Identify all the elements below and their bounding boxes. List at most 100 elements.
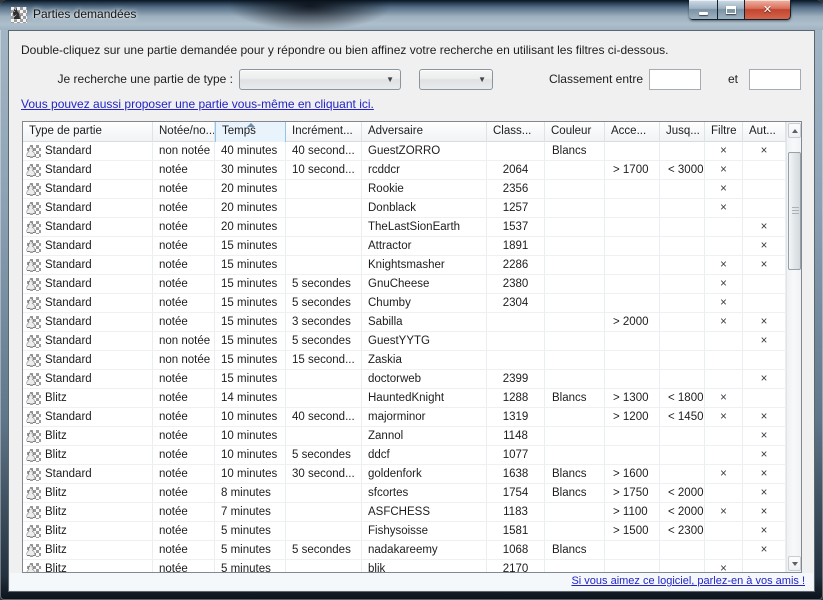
game-row[interactable]: Standardnon notée15 minutes15 second...Z… xyxy=(23,351,786,370)
scroll-down-button[interactable] xyxy=(788,556,801,571)
game-row[interactable]: Blitznotée10 minutes5 secondesddcf1077× xyxy=(23,446,786,465)
cell-type: Blitz xyxy=(23,522,153,540)
game-row[interactable]: Blitznotée10 minutesZannol1148× xyxy=(23,427,786,446)
chess-piece-icon xyxy=(27,240,41,253)
cell-acce: > 2000 xyxy=(605,313,660,331)
cell-temps: 10 minutes xyxy=(215,427,286,445)
game-row[interactable]: Standardnon notée40 minutes40 second...G… xyxy=(23,142,786,161)
cell-type: Standard xyxy=(23,370,153,388)
cell-acce xyxy=(605,427,660,445)
cell-filtre xyxy=(705,351,743,369)
column-header-type[interactable]: Type de partie xyxy=(23,122,153,142)
column-header-increment[interactable]: Incrément... xyxy=(286,122,362,142)
game-row[interactable]: Blitznotée5 minutesblik2170× xyxy=(23,560,786,573)
game-row[interactable]: Standardnotée15 minutes5 secondesGnuChee… xyxy=(23,275,786,294)
cell-acce xyxy=(605,256,660,274)
game-row[interactable]: Standardnotée10 minutes40 second...major… xyxy=(23,408,786,427)
cell-jusq xyxy=(660,294,705,312)
cell-jusq xyxy=(660,332,705,350)
cell-type: Standard xyxy=(23,351,153,369)
cell-couleur xyxy=(545,446,605,464)
rating-min-input[interactable] xyxy=(649,69,701,90)
game-row[interactable]: Blitznotée14 minutesHauntedKnight1288Bla… xyxy=(23,389,786,408)
rating-max-input[interactable] xyxy=(749,69,801,90)
secondary-select[interactable]: ▼ xyxy=(419,69,493,90)
cell-increment: 40 second... xyxy=(286,142,362,160)
cell-couleur xyxy=(545,503,605,521)
cell-classement: 1638 xyxy=(487,465,545,483)
game-row[interactable]: Standardnotée10 minutes30 second...golde… xyxy=(23,465,786,484)
cell-couleur xyxy=(545,427,605,445)
column-header-acce[interactable]: Acce... xyxy=(605,122,660,142)
cell-aut: × xyxy=(743,522,786,540)
chess-piece-icon xyxy=(27,297,41,310)
cell-filtre xyxy=(705,237,743,255)
cell-jusq: < 3000 xyxy=(660,161,705,179)
propose-game-link[interactable]: Vous pouvez aussi proposer une partie vo… xyxy=(21,97,374,111)
game-row[interactable]: Standardnotée30 minutes10 second...rcddc… xyxy=(23,161,786,180)
close-button[interactable]: ✕ xyxy=(744,0,791,20)
column-header-temps[interactable]: Temps xyxy=(215,122,286,142)
game-row[interactable]: Standardnotée20 minutesRookie2356× xyxy=(23,180,786,199)
cell-temps: 15 minutes xyxy=(215,351,286,369)
games-table: Type de partieNotée/no...TempsIncrément.… xyxy=(22,121,802,573)
cell-couleur xyxy=(545,522,605,540)
cell-temps: 15 minutes xyxy=(215,313,286,331)
minimize-button[interactable] xyxy=(689,0,718,20)
game-row[interactable]: Blitznotée5 minutes5 secondesnadakareemy… xyxy=(23,541,786,560)
cell-acce xyxy=(605,560,660,573)
column-header-notee[interactable]: Notée/no... xyxy=(153,122,215,142)
cell-notee: notée xyxy=(153,389,215,407)
cell-filtre: × xyxy=(705,313,743,331)
vertical-scrollbar[interactable] xyxy=(786,122,801,572)
game-row[interactable]: Standardnon notée15 minutes5 secondesGue… xyxy=(23,332,786,351)
cell-temps: 14 minutes xyxy=(215,389,286,407)
cell-increment xyxy=(286,237,362,255)
cell-notee: non notée xyxy=(153,142,215,160)
game-row[interactable]: Standardnotée20 minutesTheLastSionEarth1… xyxy=(23,218,786,237)
chess-piece-icon xyxy=(27,316,41,329)
cell-classement: 2356 xyxy=(487,180,545,198)
column-header-filtre[interactable]: Filtre xyxy=(705,122,743,142)
titlebar[interactable]: Parties demandées ✕ xyxy=(0,0,823,30)
game-row[interactable]: Standardnotée15 minutes5 secondesChumby2… xyxy=(23,294,786,313)
game-row[interactable]: Standardnotée15 minutesdoctorweb2399× xyxy=(23,370,786,389)
cell-classement: 1288 xyxy=(487,389,545,407)
cell-aut xyxy=(743,199,786,217)
game-type-select[interactable]: ▼ xyxy=(239,69,401,90)
column-header-aut[interactable]: Aut... xyxy=(743,122,786,142)
cell-notee: notée xyxy=(153,218,215,236)
cell-couleur xyxy=(545,370,605,388)
game-row[interactable]: Standardnotée20 minutesDonblack1257× xyxy=(23,199,786,218)
scroll-up-button[interactable] xyxy=(788,123,801,138)
cell-filtre: × xyxy=(705,389,743,407)
game-row[interactable]: Standardnotée15 minutesAttractor1891× xyxy=(23,237,786,256)
window: Parties demandées ✕ Double-cliquez sur u… xyxy=(0,0,823,600)
cell-acce xyxy=(605,142,660,160)
column-header-couleur[interactable]: Couleur xyxy=(545,122,605,142)
chess-piece-icon xyxy=(27,506,41,519)
game-row[interactable]: Standardnotée15 minutes3 secondesSabilla… xyxy=(23,313,786,332)
cell-increment xyxy=(286,199,362,217)
column-header-classement[interactable]: Class... xyxy=(487,122,545,142)
cell-notee: notée xyxy=(153,275,215,293)
game-row[interactable]: Standardnotée15 minutesKnightsmasher2286… xyxy=(23,256,786,275)
cell-notee: notée xyxy=(153,313,215,331)
cell-increment: 5 secondes xyxy=(286,332,362,350)
cell-adversaire: Donblack xyxy=(362,199,487,217)
column-header-jusq[interactable]: Jusq... xyxy=(660,122,705,142)
cell-aut xyxy=(743,161,786,179)
game-row[interactable]: Blitznotée5 minutesFishysoisse1581> 1500… xyxy=(23,522,786,541)
table-header: Type de partieNotée/no...TempsIncrément.… xyxy=(23,122,786,142)
maximize-button[interactable] xyxy=(717,0,745,20)
column-header-adversaire[interactable]: Adversaire xyxy=(362,122,487,142)
cell-aut: × xyxy=(743,142,786,160)
game-row[interactable]: Blitznotée7 minutesASFCHESS1183> 1100< 2… xyxy=(23,503,786,522)
cell-type: Standard xyxy=(23,180,153,198)
cell-adversaire: Fishysoisse xyxy=(362,522,487,540)
scroll-thumb[interactable] xyxy=(788,152,801,270)
cell-notee: notée xyxy=(153,199,215,217)
game-row[interactable]: Blitznotée8 minutessfcortes1754Blancs> 1… xyxy=(23,484,786,503)
cell-jusq xyxy=(660,313,705,331)
share-link[interactable]: Si vous aimez ce logiciel, parlez-en à v… xyxy=(571,575,805,587)
